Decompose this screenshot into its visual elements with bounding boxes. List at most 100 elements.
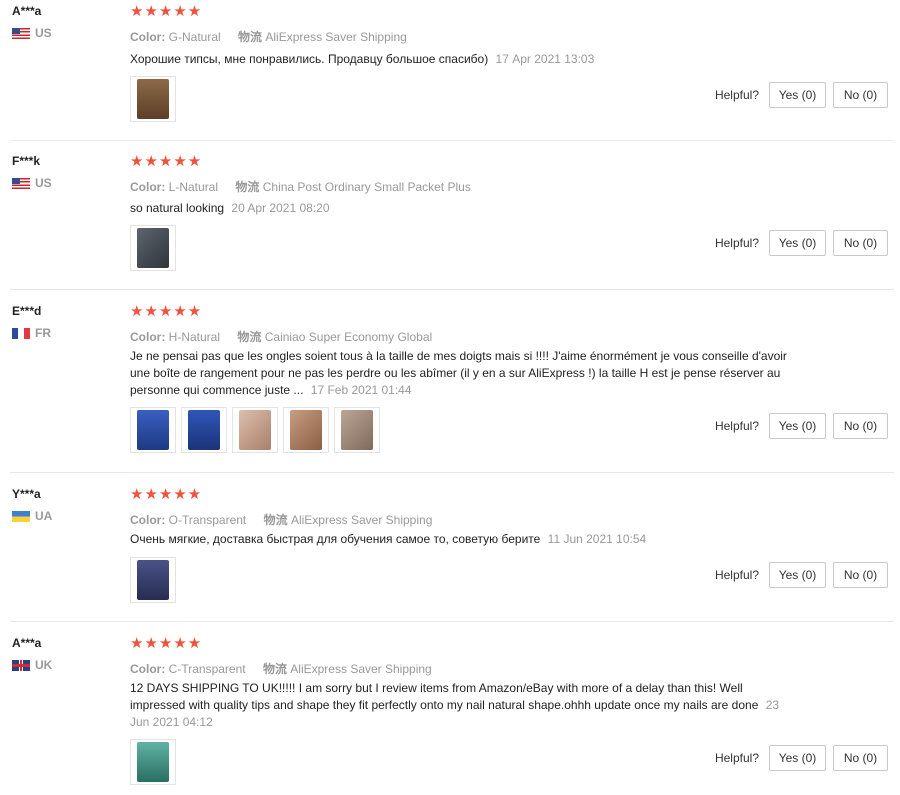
star-rating: ★★★★★ (130, 3, 203, 20)
star-rating: ★★★★★ (130, 303, 203, 320)
nail-tips-photo (137, 742, 169, 782)
hand-photo (137, 228, 169, 268)
reviewer-name: Y***a (12, 487, 41, 501)
us-flag-icon (12, 27, 30, 39)
color-value: O-Transparent (168, 513, 247, 527)
helpful-label: Helpful? (714, 568, 759, 582)
review-meta: Color: C-Transparent 物流 AliExpress Saver… (130, 660, 432, 677)
country-code: US (35, 26, 52, 40)
review-photo[interactable] (283, 407, 329, 453)
hand-photo (290, 410, 322, 450)
shipping-label: 物流 (262, 662, 287, 676)
review-photo[interactable] (334, 407, 380, 453)
review-text: Хорошие типсы, мне понравились. Продавцу… (130, 51, 790, 68)
helpful-vote: Helpful? Yes (0) No (0) (715, 745, 888, 771)
review-date: 20 Apr 2021 08:20 (231, 201, 330, 215)
shipping-value: China Post Ordinary Small Packet Plus (262, 180, 471, 194)
review-photo[interactable] (130, 225, 176, 271)
shipping-value: Cainiao Super Economy Global (264, 330, 433, 344)
review-meta: Color: L-Natural 物流 China Post Ordinary … (130, 178, 471, 195)
helpful-label: Helpful? (714, 751, 759, 765)
country-code: UK (35, 658, 53, 672)
country-code: FR (35, 326, 51, 340)
ua-flag-icon (12, 510, 30, 522)
review-text: 12 DAYS SHIPPING TO UK!!!!! I am sorry b… (130, 680, 790, 731)
country-code: UA (35, 509, 53, 523)
review-date: 11 Jun 2021 10:54 (547, 532, 647, 546)
helpful-no-button[interactable]: No (0) (833, 230, 888, 256)
review-photos (130, 225, 176, 271)
reviewer-country: UA (12, 509, 52, 523)
hand-photo (239, 410, 271, 450)
star-rating: ★★★★★ (130, 153, 203, 170)
uk-flag-icon (12, 659, 30, 671)
helpful-yes-button[interactable]: Yes (0) (769, 230, 826, 256)
nail-box-photo (137, 410, 169, 450)
reviewer-country: US (12, 176, 52, 190)
helpful-yes-button[interactable]: Yes (0) (769, 413, 826, 439)
review-date: 17 Feb 2021 01:44 (310, 383, 412, 397)
nail-tips-photo (137, 560, 169, 600)
color-label: Color: (130, 662, 166, 676)
color-value: L-Natural (168, 180, 219, 194)
review-date: 17 Apr 2021 13:03 (495, 52, 595, 66)
helpful-vote: Helpful? Yes (0) No (0) (715, 82, 888, 108)
review-divider (10, 472, 894, 473)
shipping-label: 物流 (235, 180, 260, 194)
review-photo[interactable] (130, 76, 176, 122)
review-body: so natural looking (130, 201, 225, 215)
review-body: 12 DAYS SHIPPING TO UK!!!!! I am sorry b… (130, 681, 759, 712)
nail-tips-photo (137, 79, 169, 119)
helpful-yes-button[interactable]: Yes (0) (769, 745, 826, 771)
reviewer-name: A***a (12, 636, 42, 650)
review-body: Хорошие типсы, мне понравились. Продавцу… (130, 52, 489, 66)
fr-flag-icon (12, 327, 30, 339)
helpful-yes-button[interactable]: Yes (0) (769, 562, 826, 588)
helpful-label: Helpful? (714, 419, 759, 433)
shipping-value: AliExpress Saver Shipping (265, 30, 407, 44)
helpful-label: Helpful? (714, 236, 759, 250)
helpful-vote: Helpful? Yes (0) No (0) (715, 230, 888, 256)
reviewer-name: F***k (12, 154, 41, 168)
review-meta: Color: O-Transparent 物流 AliExpress Saver… (130, 511, 432, 528)
helpful-vote: Helpful? Yes (0) No (0) (715, 413, 888, 439)
color-label: Color: (130, 513, 166, 527)
review-photo[interactable] (181, 407, 227, 453)
review-body: Очень мягкие, доставка быстрая для обуче… (130, 532, 541, 546)
review-divider (10, 621, 894, 622)
us-flag-icon (12, 177, 30, 189)
review-photo[interactable] (130, 739, 176, 785)
star-rating: ★★★★★ (130, 486, 203, 503)
helpful-no-button[interactable]: No (0) (833, 82, 888, 108)
review-photo[interactable] (130, 407, 176, 453)
color-value: C-Transparent (168, 662, 246, 676)
helpful-no-button[interactable]: No (0) (833, 562, 888, 588)
review-photo[interactable] (232, 407, 278, 453)
reviewer-name: E***d (12, 304, 42, 318)
review-photo[interactable] (130, 557, 176, 603)
helpful-yes-button[interactable]: Yes (0) (769, 82, 826, 108)
shipping-value: AliExpress Saver Shipping (290, 662, 432, 676)
star-rating: ★★★★★ (130, 635, 203, 652)
review-body: Je ne pensai pas que les ongles soient t… (130, 349, 787, 397)
reviewer-country: FR (12, 326, 51, 340)
helpful-vote: Helpful? Yes (0) No (0) (715, 562, 888, 588)
nail-box-photo (188, 410, 220, 450)
review-photos (130, 407, 380, 453)
color-label: Color: (130, 330, 166, 344)
review-photos (130, 557, 176, 603)
shipping-label: 物流 (263, 513, 288, 527)
helpful-no-button[interactable]: No (0) (833, 745, 888, 771)
review-meta: Color: G-Natural 物流 AliExpress Saver Shi… (130, 28, 407, 45)
helpful-no-button[interactable]: No (0) (833, 413, 888, 439)
color-label: Color: (130, 30, 166, 44)
review-meta: Color: H-Natural 物流 Cainiao Super Econom… (130, 328, 432, 345)
shipping-value: AliExpress Saver Shipping (290, 513, 433, 527)
review-text: Очень мягкие, доставка быстрая для обуче… (130, 531, 790, 548)
review-text: Je ne pensai pas que les ongles soient t… (130, 348, 790, 399)
review-photos (130, 739, 176, 785)
country-code: US (35, 176, 52, 190)
reviewer-country: US (12, 26, 52, 40)
color-label: Color: (130, 180, 166, 194)
reviewer-country: UK (12, 658, 52, 672)
